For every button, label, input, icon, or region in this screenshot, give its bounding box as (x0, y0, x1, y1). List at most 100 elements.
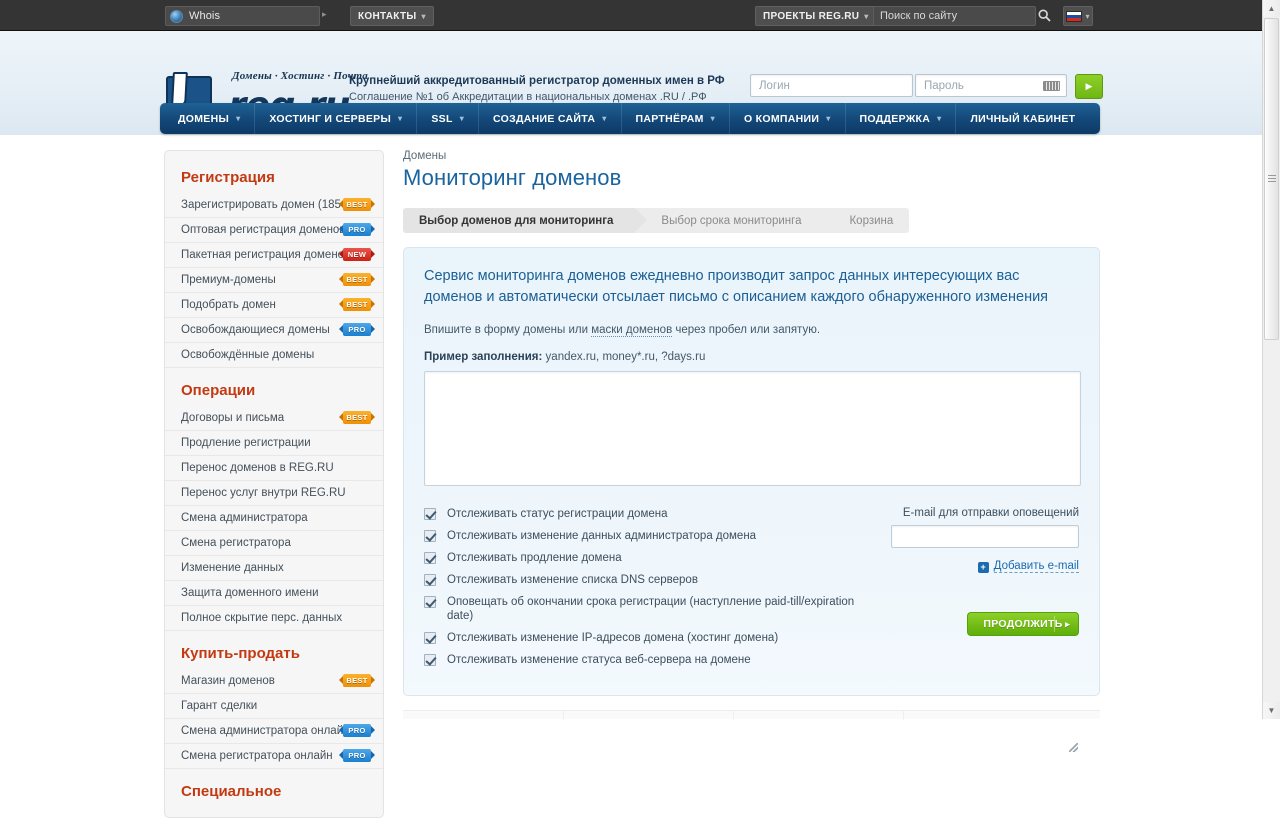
sidebar-item-bulk-registration[interactable]: Оптовая регистрация доменов PRO (165, 218, 383, 243)
domain-masks-link[interactable]: маски доменов (591, 324, 673, 337)
sidebar-section-title-special: Специальное (181, 783, 282, 800)
nav-label: ПАРТНЁРАМ (635, 112, 704, 125)
chevron-down-icon: ▾ (826, 114, 831, 123)
continue-button[interactable]: ПРОДОЛЖИТЬ ▸ (967, 612, 1079, 636)
option-track-domain-renewal[interactable]: Отслеживать продление домена (424, 551, 871, 565)
scrollbar-thumb[interactable] (1264, 18, 1279, 340)
chevron-down-icon: ▾ (459, 114, 465, 123)
nav-item-support[interactable]: ПОДДЕРЖКА ▾ (846, 103, 957, 134)
sidebar-item-transfer-within-regru[interactable]: Перенос услуг внутри REG.RU (165, 481, 383, 506)
checkbox[interactable] (424, 654, 436, 666)
sidebar-item-premium-domains[interactable]: Премиум-домены BEST (165, 268, 383, 293)
nav-item-ssl[interactable]: SSL ▾ (417, 103, 480, 134)
nav-item-domains[interactable]: ДОМЕНЫ ▾ (160, 103, 256, 134)
tab-select-period[interactable]: Выбор срока мониторинга (635, 208, 836, 233)
whois-search-box[interactable]: Whois (165, 6, 320, 26)
sidebar-item-change-admin-online[interactable]: Смена администратора онлайн PRO (165, 719, 383, 744)
sidebar: Регистрация Зарегистрировать домен (185 … (164, 150, 384, 818)
sidebar-item-escrow[interactable]: Гарант сделки (165, 694, 383, 719)
virtual-keyboard-icon[interactable] (1043, 81, 1060, 91)
nav-item-partners[interactable]: ПАРТНЁРАМ ▾ (622, 103, 730, 134)
breadcrumb[interactable]: Домены (403, 150, 1103, 162)
panel-lead-text: Сервис мониторинга доменов ежедневно про… (424, 268, 1049, 305)
sidebar-item-transfer-to-regru[interactable]: Перенос доменов в REG.RU (165, 456, 383, 481)
option-track-registration-status[interactable]: Отслеживать статус регистрации домена (424, 507, 871, 521)
option-label: Оповещать об окончании срока регистрации… (447, 596, 855, 622)
sidebar-item-change-registrar-online[interactable]: Смена регистратора онлайн PRO (165, 744, 383, 769)
scroll-down-arrow-icon[interactable]: ▼ (1263, 702, 1280, 719)
sidebar-section-title-operations: Операции (181, 382, 256, 399)
option-notify-expiration[interactable]: Оповещать об окончании срока регистрации… (424, 595, 871, 623)
page-scrollbar[interactable]: ▲ ▼ (1262, 0, 1280, 719)
checkbox[interactable] (424, 530, 436, 542)
form-columns: Отслеживать статус регистрации домена От… (424, 507, 1079, 675)
nav-item-personal-account[interactable]: ЛИЧНЫЙ КАБИНЕТ (956, 103, 1089, 134)
sidebar-item-batch-registration[interactable]: Пакетная регистрация доменов NEW (165, 243, 383, 268)
nav-item-about-company[interactable]: О КОМПАНИИ ▾ (730, 103, 846, 134)
sidebar-item-change-registrar[interactable]: Смена регистратора (165, 531, 383, 556)
add-email-button[interactable]: + Добавить e-mail (891, 560, 1079, 573)
badge-pro: PRO (339, 323, 375, 336)
checkbox[interactable] (424, 574, 436, 586)
language-selector[interactable]: ▾ (1063, 6, 1093, 26)
sidebar-item-domain-protection[interactable]: Защита доменного имени (165, 581, 383, 606)
login-input[interactable]: Логин (750, 74, 913, 97)
projects-label: ПРОЕКТЫ REG.RU (763, 10, 860, 22)
sidebar-item-pick-domain[interactable]: Подобрать домен BEST (165, 293, 383, 318)
checkbox[interactable] (424, 632, 436, 644)
site-search-input[interactable]: Поиск по сайту (873, 6, 1036, 26)
whois-go-arrow-icon[interactable]: ▸ (322, 9, 327, 20)
nav-label: СОЗДАНИЕ САЙТА (493, 112, 596, 125)
nav-label: ПОДДЕРЖКА (859, 112, 931, 125)
option-track-ip-change[interactable]: Отслеживать изменение IP-адресов домена … (424, 631, 871, 645)
login-submit-button[interactable]: ▶ (1075, 74, 1103, 99)
nav-label: ХОСТИНГ И СЕРВЕРЫ (269, 112, 392, 125)
domains-textarea[interactable] (424, 371, 1081, 486)
textarea-resize-handle[interactable] (1069, 743, 1078, 752)
contacts-menu-button[interactable]: КОНТАКТЫ ▾ (350, 6, 434, 26)
checkbox[interactable] (424, 596, 436, 608)
option-track-admin-data-change[interactable]: Отслеживать изменение данных администрат… (424, 529, 871, 543)
sidebar-item-label: Смена администратора (181, 512, 308, 524)
badge-pro: PRO (339, 223, 375, 236)
sidebar-item-change-admin[interactable]: Смена администратора (165, 506, 383, 531)
projects-menu-button[interactable]: ПРОЕКТЫ REG.RU ▾ (755, 6, 877, 26)
nav-item-website-creation[interactable]: СОЗДАНИЕ САЙТА ▾ (479, 103, 622, 134)
sidebar-item-domain-shop[interactable]: Магазин доменов BEST (165, 669, 383, 694)
sidebar-item-label: Перенос услуг внутри REG.RU (181, 487, 346, 499)
sidebar-item-change-data[interactable]: Изменение данных (165, 556, 383, 581)
example-label: Пример заполнения: (424, 351, 543, 363)
instruction-before: Впишите в форму домены или (424, 324, 592, 336)
checkbox[interactable] (424, 508, 436, 520)
notification-email-column: E-mail для отправки оповещений + Добавить… (891, 507, 1079, 675)
chevron-down-icon: ▾ (937, 114, 942, 123)
password-input[interactable]: Пароль (915, 74, 1067, 97)
sidebar-item-contracts-letters[interactable]: Договоры и письма BEST (165, 406, 383, 431)
tab-label: Выбор доменов для мониторинга (419, 214, 614, 227)
checkbox[interactable] (424, 552, 436, 564)
sidebar-item-label: Смена регистратора (181, 537, 291, 549)
search-icon[interactable] (1038, 9, 1051, 22)
tab-cart[interactable]: Корзина (823, 208, 910, 233)
claim-primary: Крупнейший аккредитованный регистратор д… (349, 75, 725, 87)
badge-pro: PRO (339, 724, 375, 737)
tab-select-domains[interactable]: Выбор доменов для мониторинга (403, 208, 648, 233)
russian-flag-icon (1066, 10, 1083, 22)
sidebar-item-released-domains[interactable]: Освобождённые домены (165, 343, 383, 368)
badge-best: BEST (339, 298, 375, 311)
scroll-up-arrow-icon[interactable]: ▲ (1263, 0, 1280, 17)
sidebar-section-title-registration: Регистрация (181, 169, 275, 186)
panel-example: Пример заполнения: yandex.ru, money*.ru,… (424, 351, 1079, 363)
sidebar-item-label: Магазин доменов (181, 675, 275, 687)
sidebar-item-hide-personal-data[interactable]: Полное скрытие перс. данных (165, 606, 383, 631)
sidebar-item-renewal[interactable]: Продление регистрации (165, 431, 383, 456)
instruction-after: через пробел или запятую. (672, 324, 821, 336)
sidebar-item-register-domain[interactable]: Зарегистрировать домен (185 зон) BEST (165, 193, 383, 218)
password-placeholder: Пароль (924, 79, 964, 92)
nav-item-hosting-servers[interactable]: ХОСТИНГ И СЕРВЕРЫ ▾ (255, 103, 418, 134)
email-field[interactable] (891, 525, 1079, 548)
option-track-webserver-status[interactable]: Отслеживать изменение статуса веб-сервер… (424, 653, 871, 667)
option-track-dns-change[interactable]: Отслеживать изменение списка DNS серверо… (424, 573, 871, 587)
nav-label: О КОМПАНИИ (743, 112, 820, 125)
sidebar-item-expiring-domains[interactable]: Освобождающиеся домены PRO (165, 318, 383, 343)
